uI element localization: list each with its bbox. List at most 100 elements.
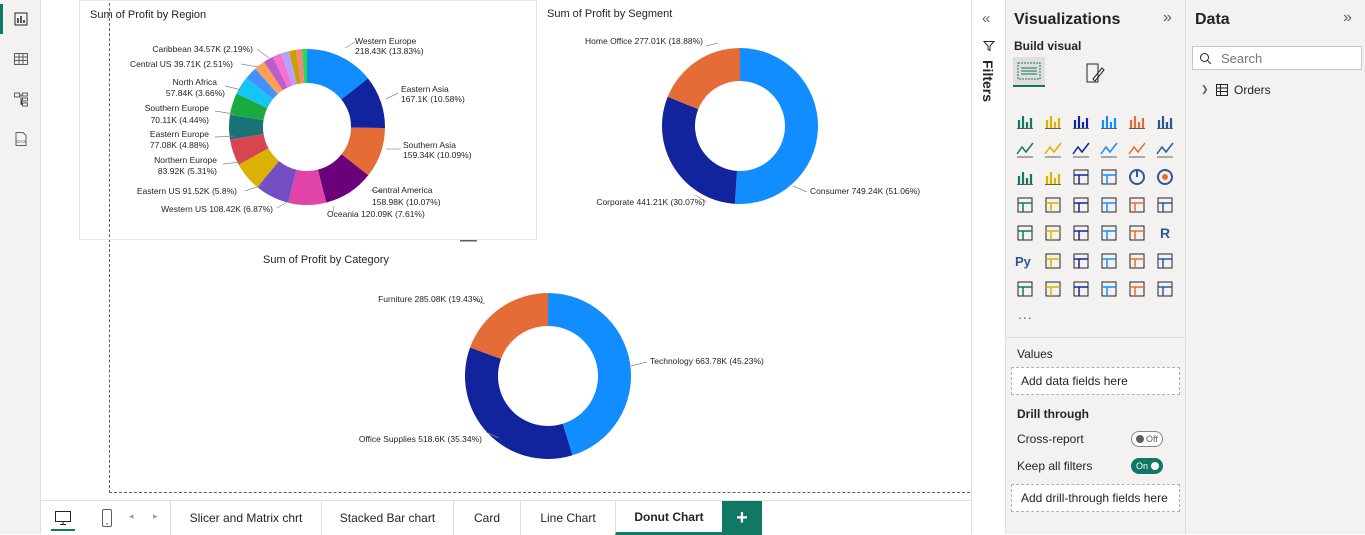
line-icon[interactable] (1014, 138, 1036, 160)
cross-report-label: Cross-report (1017, 432, 1084, 446)
expand-filters-icon[interactable]: « (982, 10, 990, 27)
diamond-icon[interactable] (1126, 278, 1148, 300)
dax-query-view-button[interactable]: DAX (0, 120, 41, 158)
dax-query-icon: DAX (15, 132, 26, 146)
data-pane: Data » ❯ Orders (1185, 0, 1365, 534)
values-well[interactable]: Add data fields here (1011, 367, 1180, 395)
chart-label: Office Supplies 518.6K (35.34%) (359, 434, 482, 444)
table-view-button[interactable] (0, 40, 41, 78)
card-icon[interactable] (1154, 194, 1176, 216)
stacked-area-icon[interactable] (1070, 138, 1092, 160)
multi-card-icon[interactable] (1014, 222, 1036, 244)
map-icon[interactable] (1042, 194, 1064, 216)
table-icon[interactable] (1098, 222, 1120, 244)
azure-map-icon[interactable] (1098, 194, 1120, 216)
table-orders[interactable]: Orders (1234, 83, 1271, 97)
100-area-icon[interactable] (1098, 138, 1120, 160)
qa-icon[interactable] (1098, 250, 1120, 272)
page-tab-bar: ◂ ▸ Slicer and Matrix chrt Stacked Bar c… (41, 500, 971, 535)
stacked-column-icon[interactable] (1042, 110, 1064, 132)
clustered-column-icon[interactable] (1098, 110, 1120, 132)
power-apps-icon[interactable] (1042, 278, 1064, 300)
tab-slicer-matrix[interactable]: Slicer and Matrix chrt (170, 501, 321, 535)
filter-icon (983, 41, 995, 52)
report-view-button[interactable] (0, 0, 41, 38)
waterfall-icon[interactable] (1042, 166, 1064, 188)
svg-text:DAX: DAX (16, 139, 25, 144)
shape-icon[interactable] (1098, 278, 1120, 300)
pie-icon[interactable] (1126, 166, 1148, 188)
left-nav-rail: DAX (0, 0, 41, 534)
report-view-icon (14, 12, 27, 26)
treemap-icon[interactable] (1014, 194, 1036, 216)
tab-donut-chart[interactable]: Donut Chart (615, 501, 722, 535)
collapse-viz-icon[interactable]: » (1163, 9, 1172, 27)
keep-filters-toggle[interactable]: On (1131, 458, 1163, 474)
report-canvas: Sum of Profit by Region Western Europe 2… (41, 0, 985, 500)
category-donut-chart: Technology 663.78K (45.23%) Office Suppl… (359, 293, 764, 459)
area-icon[interactable] (1042, 138, 1064, 160)
tab-stacked-bar[interactable]: Stacked Bar chart (321, 501, 453, 535)
build-visual-label: Build visual (1014, 39, 1082, 53)
100-column-icon[interactable] (1154, 110, 1176, 132)
search-input[interactable] (1219, 49, 1357, 67)
r-visual-icon[interactable]: R (1154, 222, 1176, 244)
paginated-icon[interactable] (1014, 278, 1036, 300)
slicer-icon[interactable] (1070, 222, 1092, 244)
phone-icon (102, 509, 112, 527)
monitor-icon (55, 511, 71, 525)
add-page-button[interactable]: + (722, 501, 762, 535)
build-visual-icon (1017, 62, 1041, 80)
scroll-left-icon[interactable]: ◂ (129, 511, 134, 522)
search-icon (1200, 53, 1212, 65)
format-visual-tab[interactable] (1081, 59, 1109, 87)
stacked-bar-icon[interactable] (1014, 110, 1036, 132)
decomposition-tree-icon[interactable] (1070, 250, 1092, 272)
more-visuals-icon[interactable]: ... (1018, 306, 1033, 322)
toggle-state: On (1136, 461, 1149, 471)
kpi-icon[interactable] (1042, 222, 1064, 244)
drill-through-label: Drill through (1017, 407, 1089, 421)
chevron-icon[interactable] (1154, 278, 1176, 300)
line-clustered-icon[interactable] (1154, 138, 1176, 160)
python-visual-icon[interactable]: Py (1014, 250, 1036, 272)
drill-through-well[interactable]: Add drill-through fields here (1011, 484, 1180, 512)
power-automate-icon[interactable] (1070, 278, 1092, 300)
chart-label: Technology 663.78K (45.23%) (650, 356, 764, 366)
values-label: Values (1017, 347, 1053, 361)
tab-line-chart[interactable]: Line Chart (520, 501, 615, 535)
visualizations-pane: Visualizations » Build visual R Py ... Va… (1005, 0, 1186, 534)
collapse-data-icon[interactable]: » (1343, 9, 1352, 27)
line-column-icon[interactable] (1126, 138, 1148, 160)
scatter-icon[interactable] (1098, 166, 1120, 188)
donut-icon[interactable] (1154, 166, 1176, 188)
data-search-box[interactable] (1192, 46, 1362, 70)
toggle-state: Off (1146, 434, 1158, 444)
keep-filters-label: Keep all filters (1017, 459, 1093, 473)
cross-report-toggle[interactable]: Off (1131, 431, 1163, 447)
filters-pane-collapsed: « Filters (971, 0, 1005, 534)
table-icon (1216, 84, 1228, 96)
filled-map-icon[interactable] (1070, 194, 1092, 216)
funnel-icon[interactable] (1070, 166, 1092, 188)
mobile-layout-button[interactable] (97, 506, 117, 530)
model-view-icon (13, 92, 28, 107)
build-visual-tab[interactable] (1013, 57, 1045, 87)
matrix-icon[interactable] (1126, 222, 1148, 244)
gauge-icon[interactable] (1126, 194, 1148, 216)
scroll-right-icon[interactable]: ▸ (153, 511, 158, 522)
svg-text:Py: Py (1015, 254, 1032, 269)
ribbon-icon[interactable] (1014, 166, 1036, 188)
expand-chevron-icon[interactable]: ❯ (1201, 84, 1209, 95)
model-view-button[interactable] (0, 80, 41, 118)
table-view-icon (13, 53, 28, 65)
tab-card[interactable]: Card (453, 501, 520, 535)
desktop-layout-button[interactable] (51, 507, 75, 531)
100-bar-icon[interactable] (1126, 110, 1148, 132)
goals-icon[interactable] (1154, 250, 1176, 272)
narrative-icon[interactable] (1126, 250, 1148, 272)
filters-label[interactable]: Filters (980, 60, 996, 102)
clustered-bar-icon[interactable] (1070, 110, 1092, 132)
key-influencers-icon[interactable] (1042, 250, 1064, 272)
visualizations-title: Visualizations (1014, 11, 1121, 28)
